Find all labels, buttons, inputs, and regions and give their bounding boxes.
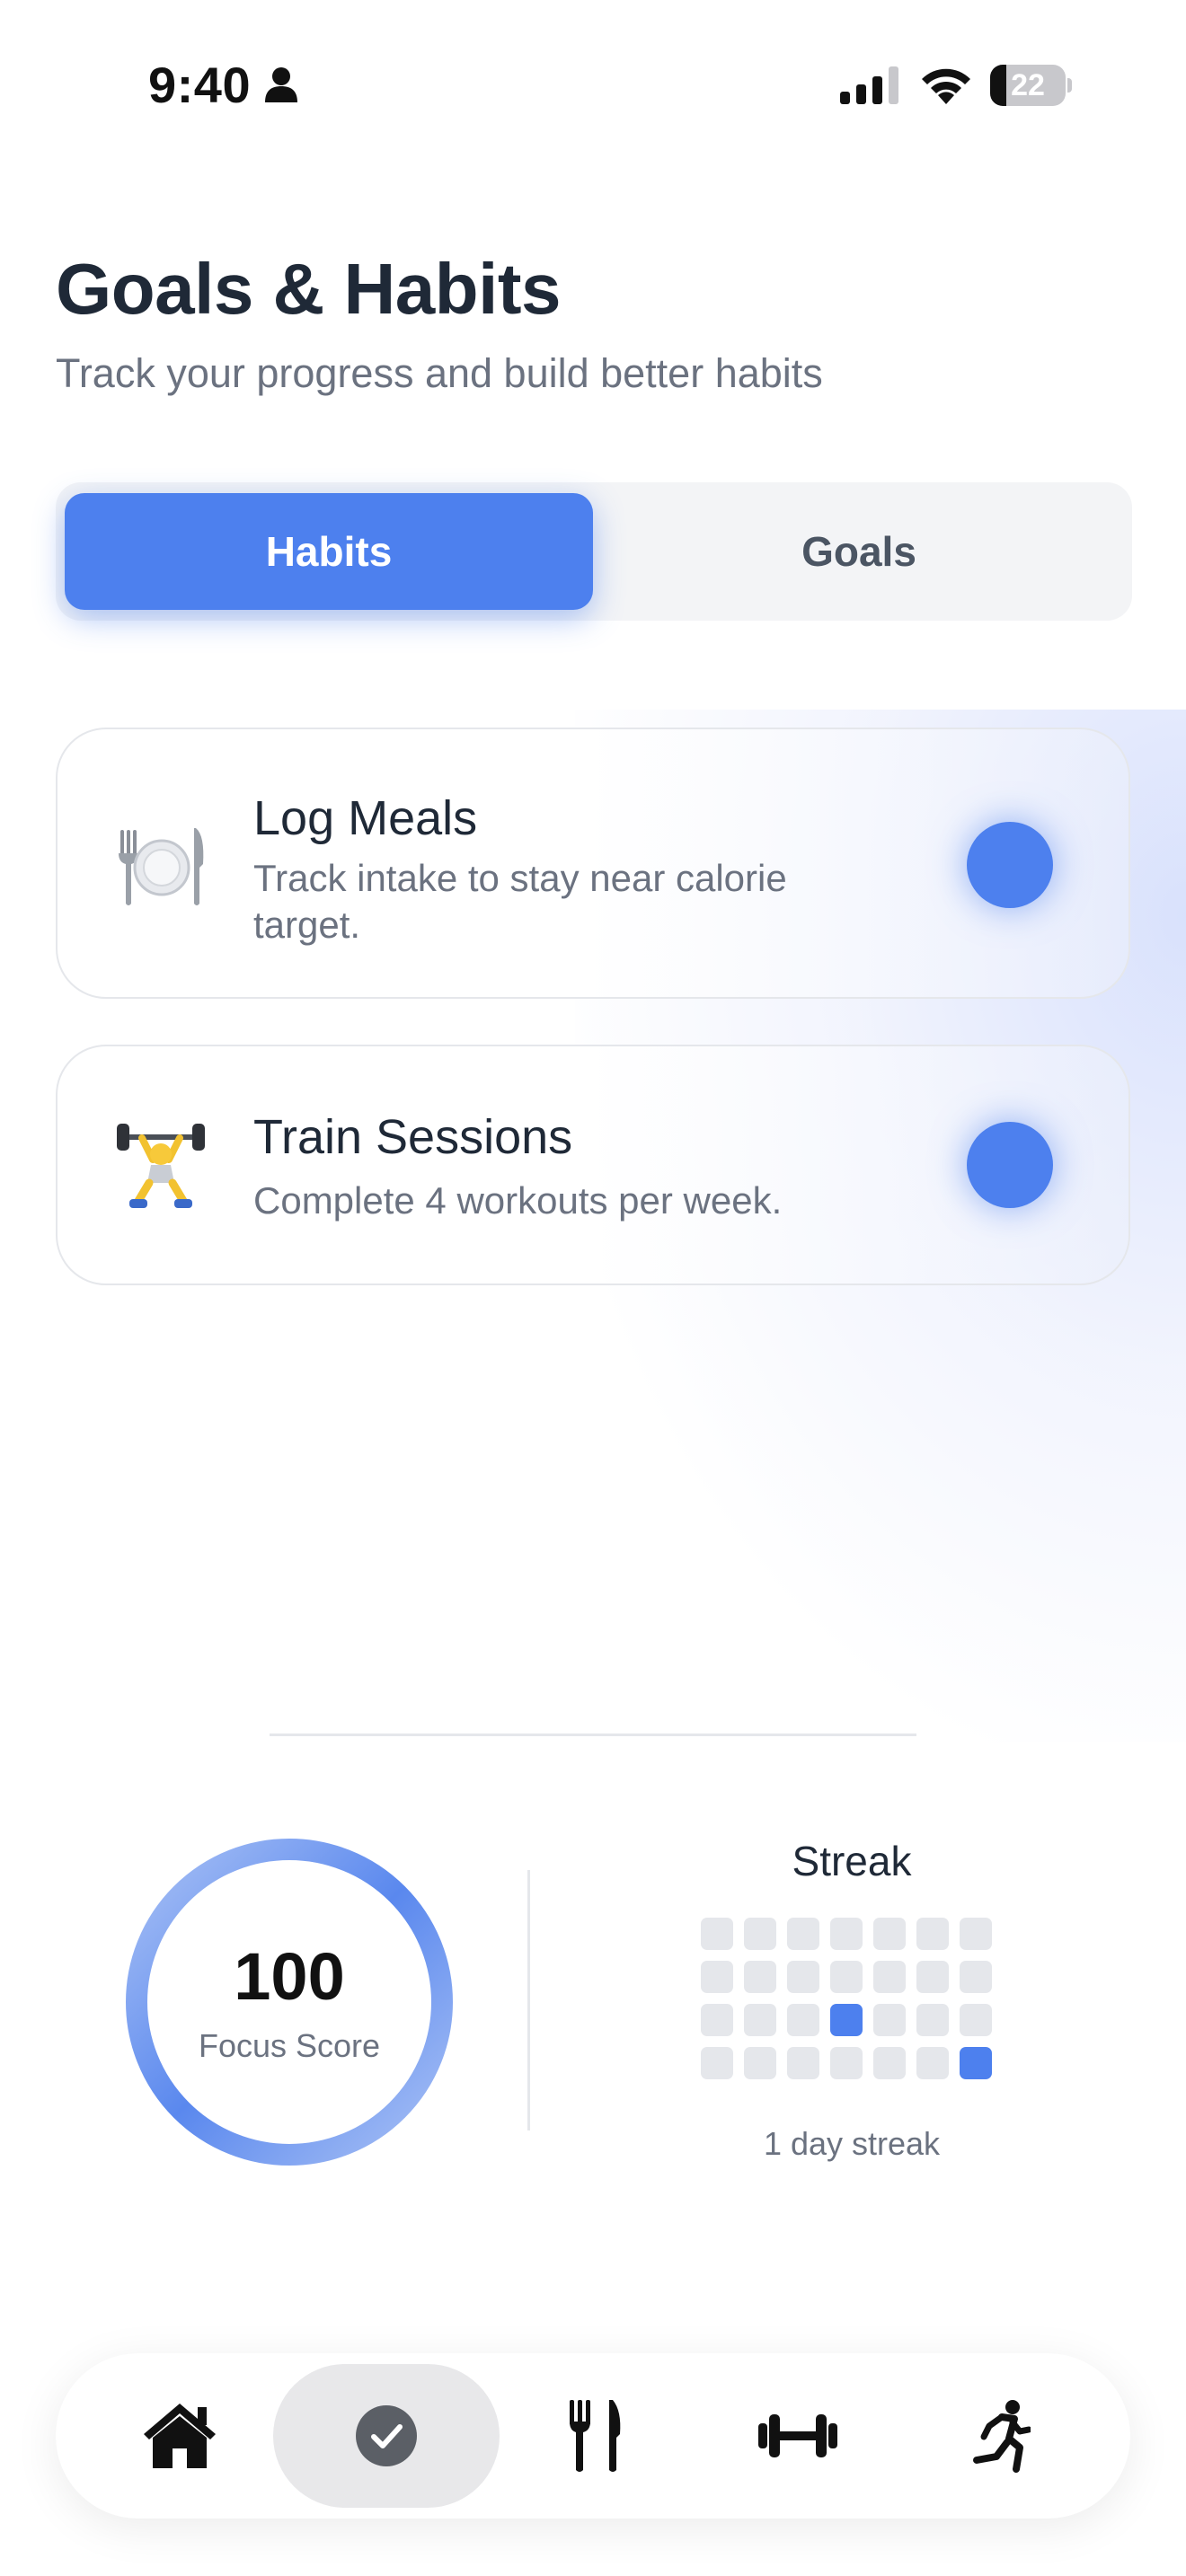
streak-day	[744, 2047, 776, 2079]
streak-day	[960, 1918, 992, 1950]
status-time: 9:40	[148, 57, 252, 113]
streak-day-active	[960, 2047, 992, 2079]
streak-day	[830, 1961, 863, 1993]
streak-day	[701, 2004, 733, 2036]
streak-day-active	[830, 2004, 863, 2036]
streak-day	[873, 2004, 906, 2036]
streak-day	[830, 1918, 863, 1950]
streak-day	[873, 1961, 906, 1993]
section-divider	[270, 1734, 916, 1736]
tab-habits[interactable]: Habits	[65, 493, 593, 610]
streak-day	[916, 1961, 949, 1993]
streak-grid	[701, 1918, 996, 2079]
streak-day	[787, 2047, 819, 2079]
streak-day	[960, 2004, 992, 2036]
status-bar: 9:40 22	[0, 0, 1186, 171]
battery-icon: 22	[990, 65, 1072, 106]
streak-day	[744, 1918, 776, 1950]
wifi-icon	[918, 65, 974, 110]
streak-day	[701, 1918, 733, 1950]
streak-day	[744, 2004, 776, 2036]
bottom-nav	[56, 2353, 1130, 2519]
nav-workouts[interactable]	[726, 2364, 870, 2508]
habit-card-train-sessions[interactable]: Train Sessions Complete 4 workouts per w…	[56, 1045, 1130, 1285]
nav-meals[interactable]	[523, 2364, 667, 2508]
streak-day	[744, 1961, 776, 1993]
battery-level: 22	[1011, 68, 1045, 102]
habit-title: Train Sessions	[253, 1110, 573, 1164]
check-circle-icon	[356, 2405, 417, 2466]
focus-score-label: Focus Score	[198, 2027, 381, 2064]
streak-day	[873, 2047, 906, 2079]
dumbbell-icon	[758, 2414, 837, 2457]
nav-run[interactable]	[929, 2364, 1073, 2508]
vertical-divider	[527, 1870, 530, 2130]
streak-day	[701, 1961, 733, 1993]
habit-complete-toggle[interactable]	[967, 1122, 1053, 1208]
streak-title: Streak	[792, 1838, 912, 1884]
streak-caption: 1 day streak	[763, 2125, 941, 2162]
streak-day	[830, 2047, 863, 2079]
home-icon	[144, 2404, 216, 2468]
streak-day	[916, 2004, 949, 2036]
streak-day	[787, 1961, 819, 1993]
running-figure-icon	[973, 2400, 1031, 2473]
habit-card-log-meals[interactable]: Log Meals Track intake to stay near calo…	[56, 728, 1130, 999]
habits-goals-tabs: Habits Goals	[56, 482, 1132, 621]
streak-day	[701, 2047, 733, 2079]
focus-score-value: 100	[234, 1939, 345, 2014]
habit-title: Log Meals	[253, 791, 478, 845]
fork-knife-icon	[570, 2400, 621, 2472]
habit-description: Track intake to stay near calorie target…	[253, 857, 787, 946]
plate-fork-knife-icon	[111, 817, 210, 916]
cellular-signal-icon	[840, 66, 899, 109]
habit-complete-toggle[interactable]	[967, 822, 1053, 908]
streak-day	[916, 1918, 949, 1950]
streak-day	[873, 1918, 906, 1950]
streak-day	[960, 1961, 992, 1993]
streak-day	[916, 2047, 949, 2079]
person-icon	[265, 66, 297, 107]
tab-goals[interactable]: Goals	[595, 493, 1123, 610]
page-subtitle: Track your progress and build better hab…	[56, 350, 823, 396]
streak-day	[787, 1918, 819, 1950]
page-title: Goals & Habits	[56, 249, 562, 329]
nav-home[interactable]	[108, 2364, 252, 2508]
streak-day	[787, 2004, 819, 2036]
nav-habits[interactable]	[273, 2364, 500, 2508]
habit-description: Complete 4 workouts per week.	[253, 1179, 783, 1222]
weightlifter-icon	[111, 1118, 210, 1217]
